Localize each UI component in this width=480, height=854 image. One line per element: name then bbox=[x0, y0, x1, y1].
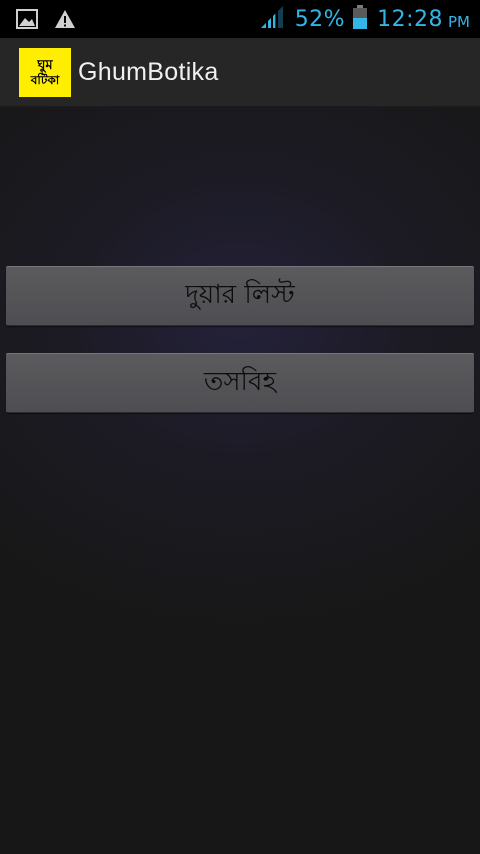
battery-icon bbox=[353, 5, 368, 33]
battery-percent: 52% bbox=[294, 6, 346, 32]
logo-line-2: বটিকা bbox=[30, 72, 60, 87]
app-title: GhumBotika bbox=[78, 57, 219, 86]
gallery-icon bbox=[16, 9, 38, 33]
action-bar: ঘুম বটিকা GhumBotika bbox=[0, 38, 480, 108]
app-logo[interactable]: ঘুম বটিকা bbox=[19, 47, 71, 97]
warning-icon bbox=[54, 9, 76, 33]
status-bar: 52% 12:28 PM bbox=[0, 0, 480, 38]
clock-time: 12:28 bbox=[377, 6, 443, 32]
tasbih-button[interactable]: তসবিহ bbox=[6, 353, 474, 413]
logo-line-1: ঘুম bbox=[37, 57, 53, 73]
system-tray: 52% 12:28 PM bbox=[259, 4, 470, 34]
screen: 52% 12:28 PM ঘুম বটিকা GhumBotika দুয়ার… bbox=[0, 0, 480, 854]
signal-icon bbox=[259, 5, 285, 33]
main-content: দুয়ার লিস্ট তসবিহ bbox=[0, 108, 480, 854]
dua-list-button[interactable]: দুয়ার লিস্ট bbox=[6, 266, 474, 326]
clock-ampm: PM bbox=[448, 12, 470, 31]
notification-area bbox=[16, 9, 92, 33]
